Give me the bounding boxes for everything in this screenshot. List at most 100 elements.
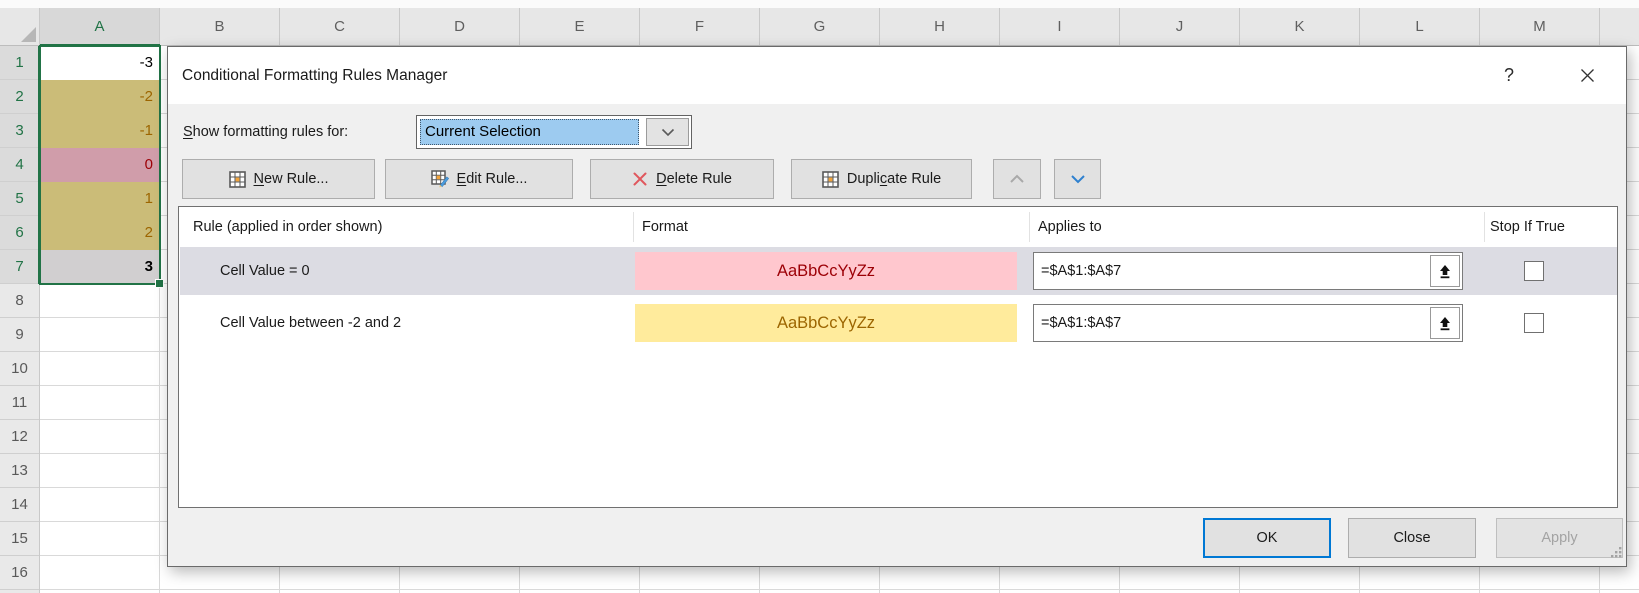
applies-to-field	[1033, 304, 1463, 342]
column-header[interactable]: B	[160, 8, 280, 45]
row-header[interactable]: 16	[0, 556, 39, 590]
close-button-footer[interactable]: Close	[1348, 518, 1476, 558]
stop-if-true-checkbox[interactable]	[1524, 313, 1544, 333]
delete-rule-button[interactable]: Delete Rule	[590, 159, 774, 199]
move-rule-down-button[interactable]	[1054, 159, 1101, 199]
column-header-band: A B C D E F G H I J	[0, 8, 1639, 46]
apply-button: Apply	[1496, 518, 1623, 558]
cell[interactable]	[40, 284, 160, 318]
column-header[interactable]: K	[1240, 8, 1360, 45]
duplicate-rule-button[interactable]: Duplicate Rule	[791, 159, 972, 199]
column-header[interactable]: L	[1360, 8, 1480, 45]
row-header[interactable]: 11	[0, 386, 39, 420]
row-header[interactable]: 10	[0, 352, 39, 386]
row-header[interactable]: 12	[0, 420, 39, 454]
column-a-cells: -3 -2 -1 0 1 2 3	[40, 46, 160, 590]
cell[interactable]: -1	[40, 114, 160, 148]
stop-if-true-checkbox[interactable]	[1524, 261, 1544, 281]
cell[interactable]	[40, 386, 160, 420]
scope-dropdown[interactable]: Current Selection	[416, 115, 692, 149]
row-header[interactable]: 9	[0, 318, 39, 352]
column-header[interactable]: E	[520, 8, 640, 45]
rules-list: Rule (applied in order shown) Format App…	[178, 206, 1618, 508]
cell[interactable]	[40, 318, 160, 352]
header-divider	[1484, 212, 1485, 242]
selected-rows-indicator	[38, 46, 40, 284]
help-button[interactable]: ?	[1496, 47, 1522, 104]
column-header[interactable]: A	[40, 8, 160, 45]
column-header[interactable]: I	[1000, 8, 1120, 45]
column-header[interactable]: J	[1120, 8, 1240, 45]
column-header[interactable]: H	[880, 8, 1000, 45]
cell[interactable]	[40, 556, 160, 590]
sheet-top-strip	[0, 0, 1639, 8]
applies-to-input[interactable]	[1034, 305, 1429, 341]
row-header[interactable]: 5	[0, 182, 39, 216]
row-header[interactable]: 6	[0, 216, 39, 250]
cell[interactable]	[40, 454, 160, 488]
duplicate-rule-table-icon	[822, 171, 839, 188]
dialog-titlebar[interactable]: Conditional Formatting Rules Manager ?	[168, 47, 1626, 104]
row-header[interactable]: 3	[0, 114, 39, 148]
stop-column-header: Stop If True	[1490, 207, 1565, 247]
row-header[interactable]: 7	[0, 250, 39, 284]
edit-rule-button[interactable]: Edit Rule...	[385, 159, 573, 199]
edit-rule-label: Edit Rule...	[457, 171, 528, 187]
move-rule-up-button[interactable]	[993, 159, 1041, 199]
rule-description: Cell Value = 0	[220, 247, 310, 295]
new-rule-label: New Rule...	[254, 171, 329, 187]
cell[interactable]	[40, 352, 160, 386]
format-column-header: Format	[642, 207, 688, 247]
column-header[interactable]: D	[400, 8, 520, 45]
rule-row-selected[interactable]: Cell Value = 0 AaBbCcYyZz	[180, 247, 1617, 295]
cell[interactable]: 1	[40, 182, 160, 216]
cell[interactable]	[40, 420, 160, 454]
cell[interactable]: -2	[40, 80, 160, 114]
cell[interactable]: 3	[40, 250, 160, 284]
new-rule-button[interactable]: New Rule...	[182, 159, 375, 199]
row-header[interactable]: 8	[0, 284, 39, 318]
column-header[interactable]: M	[1480, 8, 1600, 45]
row-header[interactable]: 1	[0, 46, 39, 80]
selected-column-indicator	[40, 44, 160, 46]
edit-rule-icon	[431, 170, 449, 188]
header-divider	[633, 212, 634, 242]
cell[interactable]	[40, 488, 160, 522]
cf-rules-manager-dialog: Conditional Formatting Rules Manager ? S…	[167, 46, 1627, 567]
column-header[interactable]: G	[760, 8, 880, 45]
delete-rule-label: Delete Rule	[656, 171, 732, 187]
new-rule-table-icon	[229, 171, 246, 188]
cell[interactable]: 0	[40, 148, 160, 182]
cell[interactable]: 2	[40, 216, 160, 250]
row-header[interactable]: 2	[0, 80, 39, 114]
cell[interactable]: -3	[40, 46, 160, 80]
format-preview: AaBbCcYyZz	[635, 252, 1017, 290]
range-picker-button[interactable]	[1430, 255, 1460, 287]
rule-row[interactable]: Cell Value between -2 and 2 AaBbCcYyZz	[180, 299, 1617, 347]
select-all-button[interactable]	[0, 8, 40, 45]
row-header[interactable]: 15	[0, 522, 39, 556]
scope-dropdown-value: Current Selection	[420, 119, 639, 145]
column-header[interactable]: C	[280, 8, 400, 45]
close-button[interactable]	[1570, 47, 1604, 104]
range-picker-button[interactable]	[1430, 307, 1460, 339]
applies-column-header: Applies to	[1038, 207, 1102, 247]
chevron-down-icon[interactable]	[646, 118, 689, 146]
rule-description: Cell Value between -2 and 2	[220, 299, 401, 347]
resize-grip[interactable]	[1608, 544, 1623, 564]
collapse-dialog-icon	[1438, 264, 1452, 279]
chevron-up-icon	[1009, 174, 1025, 184]
applies-to-input[interactable]	[1034, 253, 1429, 289]
row-header[interactable]: 14	[0, 488, 39, 522]
format-preview: AaBbCcYyZz	[635, 304, 1017, 342]
applies-to-field	[1033, 252, 1463, 290]
close-icon	[1580, 68, 1595, 83]
ok-button[interactable]: OK	[1203, 518, 1331, 558]
cell[interactable]	[40, 522, 160, 556]
column-header[interactable]: F	[640, 8, 760, 45]
fill-handle[interactable]	[155, 279, 164, 288]
row-header[interactable]: 4	[0, 148, 39, 182]
row-header[interactable]: 13	[0, 454, 39, 488]
show-rules-label: Show formatting rules for:	[183, 115, 348, 149]
collapse-dialog-icon	[1438, 316, 1452, 331]
